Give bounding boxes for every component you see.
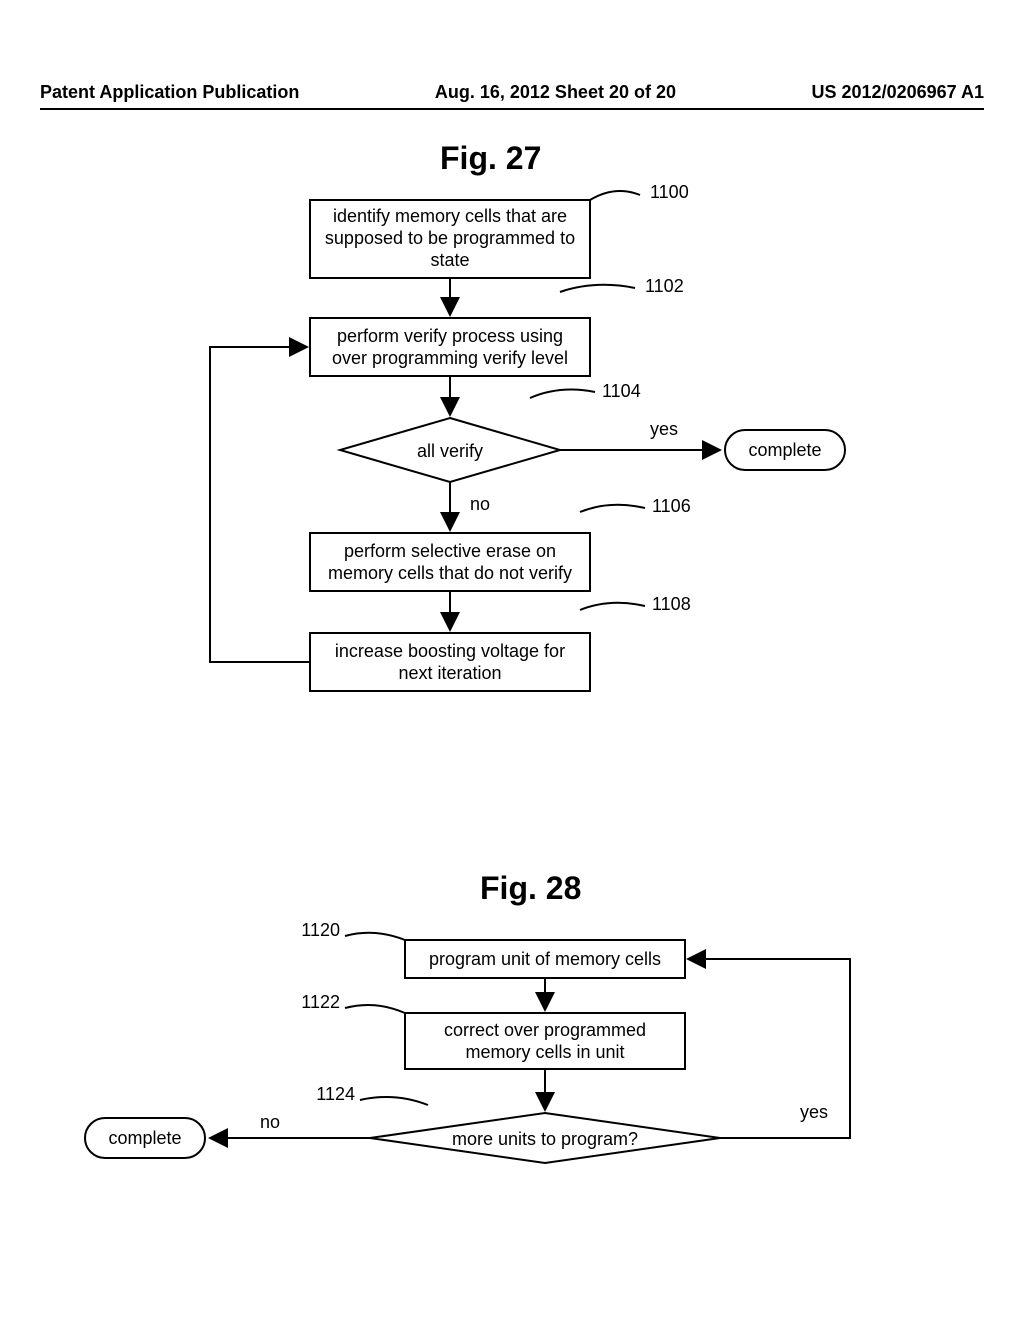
decision-1124-text: more units to program? [452, 1129, 638, 1149]
step-1102-line2: over programming verify level [332, 348, 568, 368]
yes-label-27: yes [650, 419, 678, 439]
decision-1104-text: all verify [417, 441, 483, 461]
header-left: Patent Application Publication [40, 82, 299, 103]
fig28-title: Fig. 28 [480, 870, 581, 907]
ref-1108: 1108 [652, 594, 691, 614]
ref-1104: 1104 [602, 381, 641, 401]
leader-1108 [580, 603, 645, 610]
step-1100-line2: supposed to be programmed to [325, 228, 575, 248]
leader-1106 [580, 505, 645, 512]
leader-1102 [560, 285, 635, 292]
no-label-28: no [260, 1112, 280, 1132]
fig27-flowchart: identify memory cells that are supposed … [0, 180, 1024, 780]
leader-1122 [345, 1005, 405, 1013]
header-right: US 2012/0206967 A1 [812, 82, 984, 103]
yes-label-28: yes [800, 1102, 828, 1122]
step-1100-line1: identify memory cells that are [333, 206, 567, 226]
leader-1104 [530, 390, 595, 398]
fig27-title: Fig. 27 [440, 140, 541, 177]
step-1120-text: program unit of memory cells [429, 949, 661, 969]
leader-1100 [590, 191, 640, 200]
step-1102-line1: perform verify process using [337, 326, 563, 346]
ref-1122: 1122 [301, 992, 340, 1012]
loop-back-27 [210, 347, 310, 662]
step-1106-line1: perform selective erase on [344, 541, 556, 561]
ref-1124: 1124 [316, 1084, 355, 1104]
ref-1100: 1100 [650, 182, 689, 202]
step-1108-line1: increase boosting voltage for [335, 641, 565, 661]
leader-1124 [360, 1097, 428, 1105]
step-1100-line3: state [430, 250, 469, 270]
complete-28-text: complete [108, 1128, 181, 1148]
header-center: Aug. 16, 2012 Sheet 20 of 20 [435, 82, 676, 103]
ref-1106: 1106 [652, 496, 691, 516]
leader-1120 [345, 933, 405, 940]
page-header: Patent Application Publication Aug. 16, … [0, 82, 1024, 103]
ref-1120: 1120 [301, 920, 340, 940]
step-1108-line2: next iteration [398, 663, 501, 683]
complete-27-text: complete [748, 440, 821, 460]
step-1106-line2: memory cells that do not verify [328, 563, 572, 583]
header-rule [40, 108, 984, 110]
no-label-27: no [470, 494, 490, 514]
step-1122-line1: correct over programmed [444, 1020, 646, 1040]
fig28-flowchart: program unit of memory cells 1120 correc… [0, 910, 1024, 1290]
ref-1102: 1102 [645, 276, 684, 296]
step-1122-line2: memory cells in unit [465, 1042, 624, 1062]
